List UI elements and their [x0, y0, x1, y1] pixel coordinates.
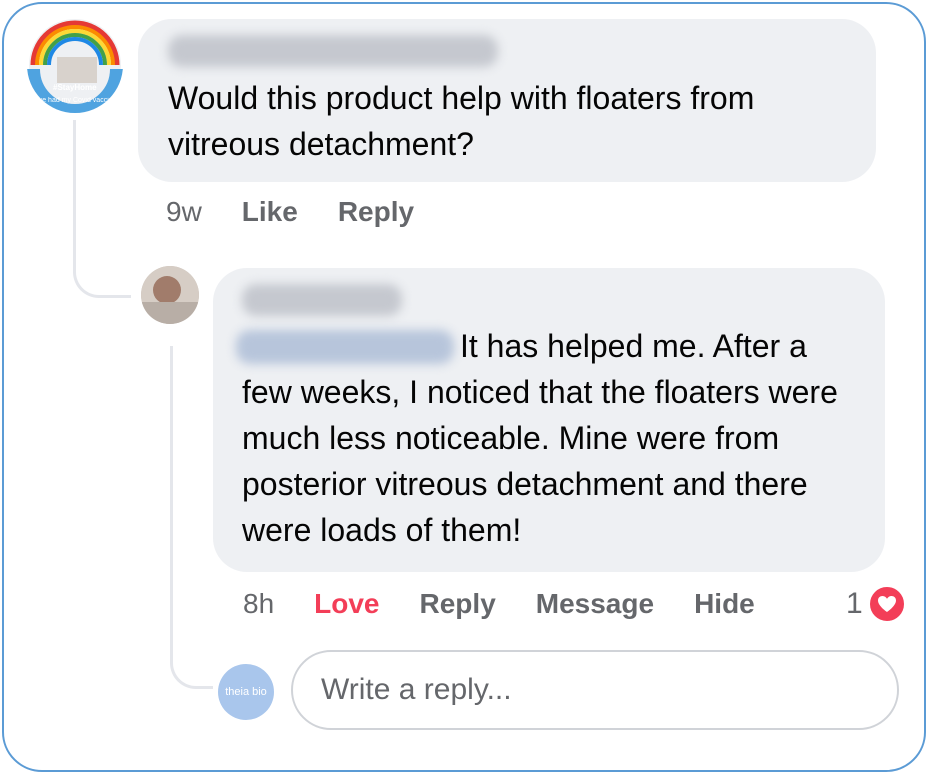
commenter-name-redacted[interactable]: [168, 35, 498, 67]
replier-avatar[interactable]: [141, 266, 199, 324]
mentioned-name-redacted[interactable]: [236, 330, 454, 364]
love-reaction-icon: [866, 584, 907, 624]
reply-timestamp[interactable]: 8h: [243, 588, 274, 620]
message-button[interactable]: Message: [536, 588, 654, 620]
reaction-count: 1: [846, 587, 863, 620]
composer-avatar-label: theia bio: [225, 686, 267, 698]
comment-bubble: Would this product help with floaters fr…: [138, 19, 876, 182]
comment-text: Would this product help with floaters fr…: [168, 80, 755, 162]
profile-photo-icon: [141, 266, 199, 324]
heart-icon: [877, 596, 896, 612]
like-button[interactable]: Like: [242, 196, 298, 228]
thread-connector-line: [73, 120, 131, 298]
reply-actions: 8h Love Reply Message Hide: [243, 588, 795, 620]
reply-reply-button[interactable]: Reply: [420, 588, 496, 620]
reply-bubble: It has helped me. After a few weeks, I n…: [213, 268, 885, 572]
avatar-badge-bottom: I've had my Covid vaccine: [35, 97, 117, 104]
thread-connector-line-reply: [170, 346, 213, 689]
write-reply-input[interactable]: Write a reply...: [291, 650, 899, 730]
commenter-avatar[interactable]: #StayHome I've had my Covid vaccine: [27, 17, 123, 113]
reply-button[interactable]: Reply: [338, 196, 414, 228]
love-button[interactable]: Love: [314, 588, 379, 620]
reply-text: few weeks, I noticed that the floaters w…: [242, 374, 838, 548]
avatar-badge-top: #StayHome: [53, 83, 97, 92]
write-reply-placeholder: Write a reply...: [321, 673, 512, 706]
hide-button[interactable]: Hide: [694, 588, 755, 620]
reaction-summary[interactable]: 1: [846, 584, 907, 624]
replier-name-redacted[interactable]: [242, 284, 402, 316]
comment-actions: 9w Like Reply: [166, 196, 454, 228]
comment-timestamp[interactable]: 9w: [166, 196, 202, 228]
composer-avatar: theia bio: [218, 664, 274, 720]
